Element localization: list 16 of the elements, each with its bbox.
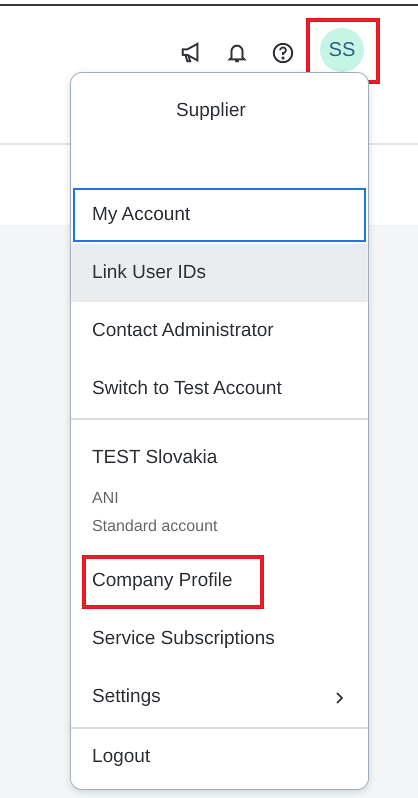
supplier-name: Supplier (176, 100, 246, 121)
help-icon[interactable] (272, 42, 294, 64)
account-id: ANI (92, 488, 120, 508)
menu-item[interactable]: Company Profile (71, 552, 368, 610)
user-avatar[interactable]: SS (320, 28, 364, 72)
menu-item[interactable]: Link User IDs (71, 244, 368, 302)
menu-item[interactable]: Logout (71, 728, 368, 786)
menu-item[interactable]: Service Subscriptions (71, 610, 368, 668)
menu-item[interactable]: Contact Administrator (71, 302, 368, 360)
account-name: TEST Slovakia (92, 446, 218, 470)
menu-item[interactable]: Settings (71, 668, 368, 726)
chevron-right-icon (334, 690, 346, 704)
menu-item[interactable]: My Account (71, 186, 368, 244)
account-type: Standard account (92, 516, 218, 536)
menu-item[interactable]: Switch to Test Account (71, 360, 368, 418)
notification-icon[interactable] (226, 42, 248, 64)
